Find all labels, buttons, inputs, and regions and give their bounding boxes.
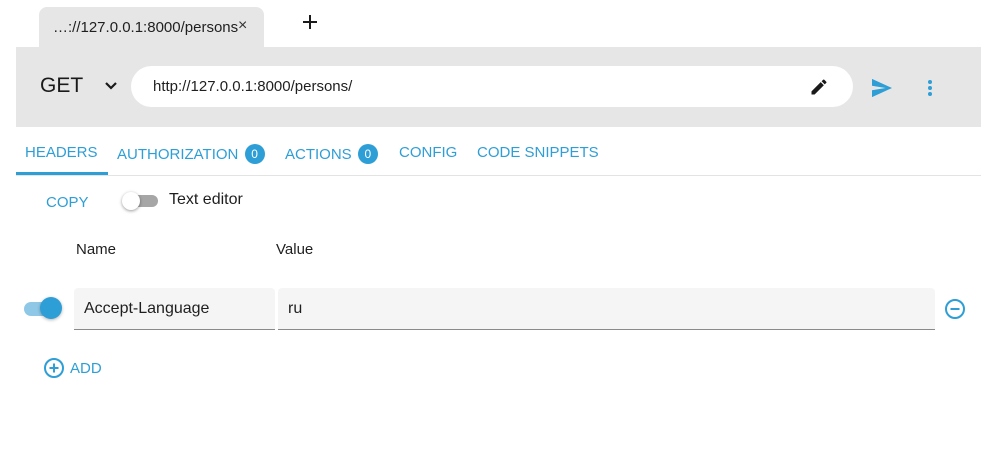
tab-strip: …://127.0.0.1:8000/persons ×: [0, 0, 986, 47]
edit-icon[interactable]: [809, 77, 829, 97]
plus-icon[interactable]: [300, 12, 320, 32]
toggle-knob: [40, 297, 62, 319]
column-header-value: Value: [276, 241, 314, 258]
remove-circle-icon[interactable]: [944, 298, 966, 320]
tab-authorization-label: AUTHORIZATION: [117, 146, 239, 163]
tab-headers-label: HEADERS: [25, 144, 98, 161]
method-selector[interactable]: GET: [40, 74, 83, 98]
header-value-value[interactable]: ru: [288, 300, 302, 318]
url-input[interactable]: http://127.0.0.1:8000/persons/: [131, 66, 853, 107]
header-value-field[interactable]: ru: [278, 288, 935, 330]
browser-tab[interactable]: …://127.0.0.1:8000/persons ×: [39, 7, 264, 47]
chevron-down-icon[interactable]: [104, 81, 118, 91]
text-editor-toggle[interactable]: [122, 192, 158, 210]
tab-actions[interactable]: ACTIONS 0: [285, 144, 378, 164]
more-vert-icon[interactable]: [928, 80, 932, 96]
toggle-knob: [122, 192, 140, 210]
tab-code-snippets[interactable]: CODE SNIPPETS: [477, 144, 599, 161]
authorization-count-badge: 0: [244, 144, 265, 164]
tab-close-icon[interactable]: ×: [238, 17, 247, 35]
text-editor-label: Text editor: [169, 191, 243, 208]
url-text[interactable]: http://127.0.0.1:8000/persons/: [153, 78, 352, 95]
copy-button[interactable]: COPY: [46, 194, 89, 211]
header-enabled-toggle[interactable]: [22, 297, 62, 319]
add-circle-icon: [44, 358, 64, 378]
tab-authorization[interactable]: AUTHORIZATION 0: [117, 144, 265, 164]
active-tab-indicator: [16, 172, 108, 175]
header-name-field[interactable]: Accept-Language: [74, 288, 275, 330]
request-tabs: HEADERS AUTHORIZATION 0 ACTIONS 0 CONFIG…: [16, 127, 981, 176]
tab-headers[interactable]: HEADERS: [25, 144, 98, 161]
actions-count-badge: 0: [357, 144, 378, 164]
header-name-value[interactable]: Accept-Language: [84, 300, 209, 318]
add-header-label: ADD: [70, 360, 102, 377]
send-icon[interactable]: [871, 78, 893, 98]
request-bar: GET http://127.0.0.1:8000/persons/: [16, 47, 981, 127]
tab-title: …://127.0.0.1:8000/persons: [53, 19, 239, 36]
tab-config[interactable]: CONFIG: [399, 144, 457, 161]
tab-actions-label: ACTIONS: [285, 146, 352, 163]
tab-code-snippets-label: CODE SNIPPETS: [477, 144, 599, 161]
tab-config-label: CONFIG: [399, 144, 458, 161]
column-header-name: Name: [76, 241, 117, 258]
